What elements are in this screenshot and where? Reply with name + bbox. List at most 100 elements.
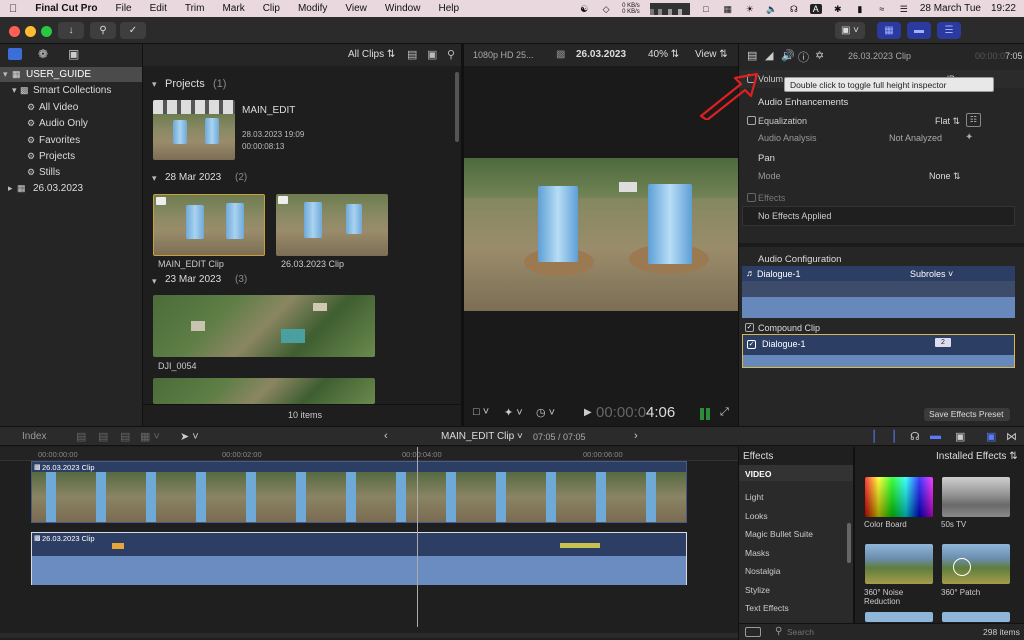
wifi-icon[interactable]: ≈ <box>876 4 888 14</box>
category-item[interactable]: Stylize <box>745 585 770 595</box>
effect-thumbnail-partial[interactable] <box>865 612 933 622</box>
effects-browser-icon[interactable]: ▣ <box>986 430 996 443</box>
audio-role-lane-1[interactable]: ♬ Dialogue-1 Subroles ˅ <box>742 266 1015 318</box>
toggle-inspector-button[interactable]: ☰ <box>937 22 961 39</box>
disclosure-open-icon[interactable]: ▾ <box>3 69 8 80</box>
menu-file[interactable]: File <box>106 3 140 14</box>
index-button[interactable]: Index <box>22 431 46 442</box>
close-window-button[interactable] <box>9 26 20 37</box>
subroles-dropdown[interactable]: Subroles ˅ <box>910 269 953 279</box>
forward-history-icon[interactable]: › <box>634 430 638 442</box>
menu-date[interactable]: 28 March Tue <box>920 3 981 14</box>
minimize-window-button[interactable] <box>25 26 36 37</box>
menu-window[interactable]: Window <box>376 3 430 14</box>
connect-clip-icon[interactable]: ▤ <box>76 430 86 443</box>
volume-icon[interactable]: 🔈 <box>766 4 778 14</box>
zoom-window-button[interactable] <box>41 26 52 37</box>
share-button[interactable]: ▣ ˅ <box>835 22 865 39</box>
installed-effects-dropdown[interactable]: Installed Effects ⇅ <box>936 451 1018 462</box>
search-icon[interactable]: ⚲ <box>447 48 455 61</box>
pan-mode-dropdown[interactable]: None ⇅ <box>929 171 961 182</box>
keyboard-input-icon[interactable]: A <box>809 3 822 14</box>
toggle-browser-button[interactable]: ▦ <box>877 22 901 39</box>
audio-inspector-icon[interactable]: 🔊 <box>781 49 795 62</box>
sidebar-item-event[interactable]: ▸ ▦ 26.03.2023 <box>0 181 142 197</box>
transitions-browser-icon[interactable]: ⋈ <box>1006 430 1017 443</box>
audio-meter-icon[interactable] <box>700 408 704 420</box>
play-button[interactable]: ▶ <box>584 407 592 418</box>
eq-graph-icon[interactable]: ☷ <box>966 113 981 127</box>
clip-thumbnail-main-edit[interactable] <box>153 194 265 256</box>
import-button[interactable]: ↓ <box>58 22 84 39</box>
menu-edit[interactable]: Edit <box>141 3 176 14</box>
category-item[interactable]: Magic Bullet Suite <box>745 529 813 539</box>
toggle-timeline-button[interactable]: ▬ <box>907 22 931 39</box>
menu-view[interactable]: View <box>336 3 376 14</box>
disclosure-open-icon[interactable]: ▾ <box>152 276 157 287</box>
sidebar-item-smart-collections[interactable]: ▾ ▩ Smart Collections <box>0 83 142 99</box>
zoom-dropdown[interactable]: 40% ⇅ <box>648 49 679 60</box>
effect-thumbnail-50s-tv[interactable] <box>942 477 1010 517</box>
category-item[interactable]: Light <box>745 492 763 502</box>
clip-thumbnail-26-03[interactable] <box>276 194 388 256</box>
select-tool-icon[interactable]: ➤ ˅ <box>180 430 199 443</box>
sidebar-item-all-video[interactable]: ⚙ All Video <box>0 100 142 116</box>
photos-audio-icon[interactable]: ❁ <box>38 47 48 61</box>
transform-button[interactable]: □ ˅ <box>473 406 489 418</box>
category-item[interactable]: Looks <box>745 511 768 521</box>
menu-mark[interactable]: Mark <box>213 3 253 14</box>
clip-filter-dropdown[interactable]: All Clips ⇅ <box>348 49 395 60</box>
category-item[interactable]: Nostalgia <box>745 566 780 576</box>
control-center-icon[interactable]: ☰ <box>898 4 910 14</box>
disclosure-open-icon[interactable]: ▾ <box>12 85 17 96</box>
fullscreen-icon[interactable]: ⤢ <box>720 406 729 419</box>
audio-skimming-icon[interactable]: ⎪ <box>890 430 898 443</box>
effects-checkbox[interactable] <box>747 192 756 203</box>
menu-help[interactable]: Help <box>429 3 468 14</box>
effect-thumbnail-360-noise[interactable] <box>865 544 933 584</box>
effect-thumbnail-color-board[interactable] <box>865 477 933 517</box>
libraries-icon[interactable] <box>8 48 22 60</box>
append-clip-icon[interactable]: ▤ <box>120 430 130 443</box>
insert-clip-icon[interactable]: ▤ <box>98 430 108 443</box>
creative-cloud-icon[interactable]: ☯ <box>578 4 590 14</box>
skimming-icon[interactable]: ⎪ <box>870 430 878 443</box>
magic-wand-icon[interactable]: ✦ <box>965 132 973 143</box>
enhance-button[interactable]: ✦ ˅ <box>504 406 523 419</box>
menu-trim[interactable]: Trim <box>176 3 214 14</box>
clip-thumbnail-dji[interactable] <box>153 295 375 357</box>
app-menu[interactable]: Final Cut Pro <box>26 3 106 14</box>
timeline-scrollbar[interactable] <box>0 633 738 638</box>
menu-modify[interactable]: Modify <box>289 3 336 14</box>
clip-thumbnail-partial[interactable] <box>153 378 375 404</box>
disclosure-open-icon[interactable]: ▾ <box>152 173 157 184</box>
save-effects-preset-button[interactable]: Save Effects Preset <box>924 408 1010 421</box>
disclosure-open-icon[interactable]: ▾ <box>152 79 157 90</box>
playhead[interactable] <box>417 447 418 627</box>
headphones-icon[interactable]: ☊ <box>788 4 800 14</box>
browser-scrollbar[interactable] <box>455 72 459 142</box>
overwrite-clip-icon[interactable]: ▦ ˅ <box>140 430 160 443</box>
clipboard-icon[interactable]: □ <box>700 4 712 14</box>
effect-thumbnail-partial[interactable] <box>942 612 1010 622</box>
inspector-resize-handle[interactable] <box>739 243 1024 247</box>
clip-appearance-icon[interactable]: ▤ <box>407 48 417 61</box>
category-item[interactable]: Text Effects <box>745 603 789 613</box>
viewer-frame[interactable] <box>464 158 738 311</box>
category-header-video[interactable]: VIDEO <box>745 469 771 479</box>
keywords-button[interactable]: ⚲ <box>90 22 116 39</box>
info-inspector-icon[interactable]: ⓘ <box>798 49 809 65</box>
category-item[interactable]: Masks <box>745 548 770 558</box>
view-dropdown[interactable]: View ⇅ <box>695 49 728 60</box>
sidebar-toggle-icon[interactable] <box>745 627 761 637</box>
shield-icon[interactable]: ◇ <box>600 4 612 14</box>
apple-icon[interactable]:  <box>0 3 26 15</box>
compound-clip-checkbox[interactable]: ✓ <box>745 322 754 333</box>
project-thumbnail[interactable] <box>153 100 235 160</box>
effects-search-input[interactable] <box>787 626 937 638</box>
background-tasks-button[interactable]: ✓ <box>120 22 146 39</box>
snapping-icon[interactable]: ▬ <box>930 430 941 442</box>
headphones-solo-icon[interactable]: ☊ <box>910 430 920 443</box>
menu-time[interactable]: 19:22 <box>991 3 1016 14</box>
audio-role-lane-2[interactable]: ✓ Dialogue-1 2 <box>742 334 1015 368</box>
